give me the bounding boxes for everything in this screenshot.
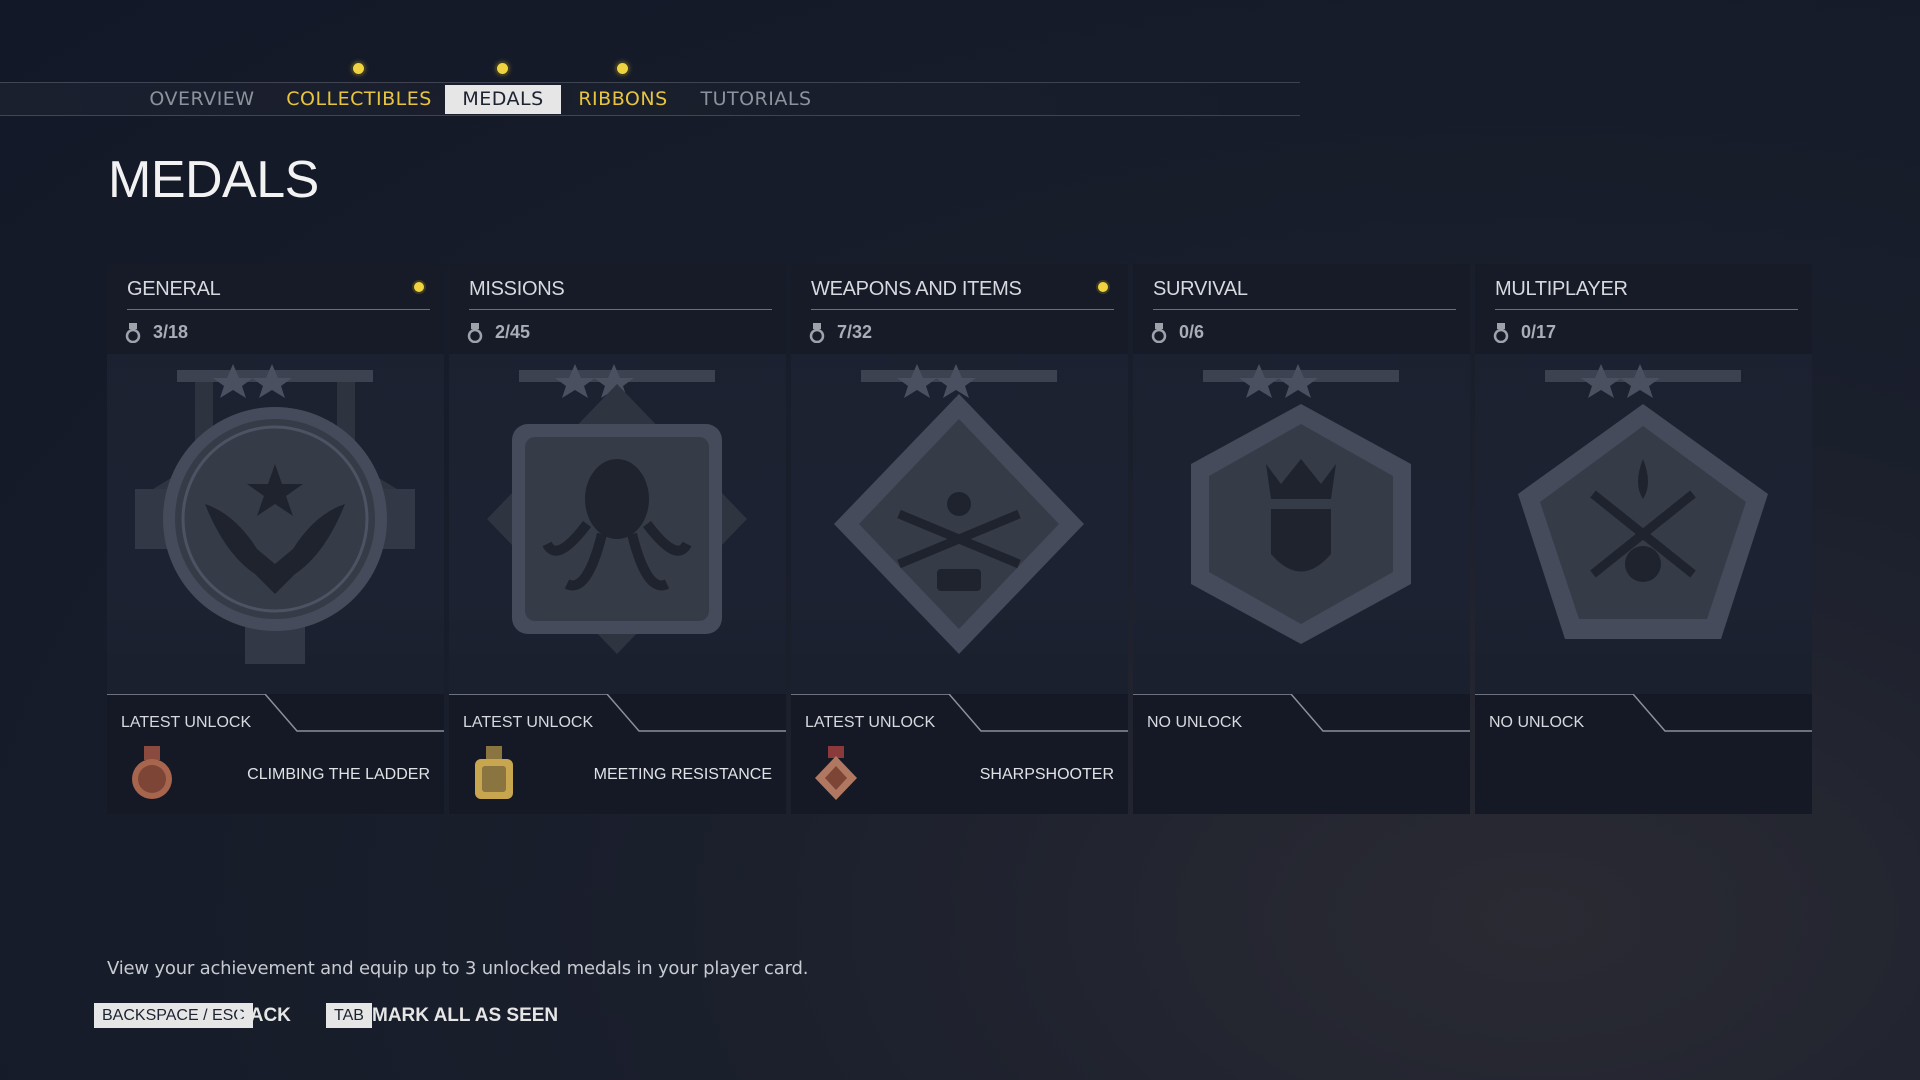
octopus-medal-icon (487, 364, 747, 654)
card-count: 7/32 (837, 322, 873, 342)
medal-category-card-survival[interactable]: SURVIVAL 0/6 NO UNLOCK (1133, 264, 1470, 814)
medal-count-icon (467, 323, 483, 343)
medal-count-icon (1151, 323, 1167, 343)
card-divider (469, 309, 772, 310)
card-count: 2/45 (495, 322, 531, 342)
crossed-rifles-medal-icon (834, 364, 1084, 654)
card-divider (1153, 309, 1456, 310)
card-count: 0/6 (1179, 322, 1205, 342)
skull-blades-medal-icon (1518, 364, 1768, 639)
tab-medals[interactable]: MEDALS (445, 85, 561, 114)
mark-all-as-seen-button[interactable]: MARK ALL AS SEEN (372, 1003, 558, 1028)
tab-key-hint[interactable]: TAB (326, 1003, 372, 1028)
card-divider (1495, 309, 1798, 310)
tab-tutorials[interactable]: TUTORIALS (694, 85, 818, 114)
new-indicator-dot (414, 282, 424, 292)
unlock-status-label: LATEST UNLOCK (463, 714, 594, 731)
unlock-status-label: LATEST UNLOCK (805, 714, 936, 731)
medal-category-card-multiplayer[interactable]: MULTIPLAYER 0/17 NO UNLOCK (1475, 264, 1812, 814)
tab-medals-new-dot (497, 63, 508, 74)
tab-collectibles[interactable]: COLLECTIBLES (284, 85, 434, 114)
card-count: 0/17 (1521, 322, 1557, 342)
back-key-hint[interactable]: BACKSPACE / ESC (94, 1003, 253, 1028)
tab-ribbons-new-dot (617, 63, 628, 74)
card-title: MISSIONS (469, 278, 565, 300)
card-title: WEAPONS AND ITEMS (811, 278, 1022, 300)
tab-ribbons[interactable]: RIBBONS (570, 85, 676, 114)
unlock-status-label: NO UNLOCK (1489, 714, 1585, 731)
latest-unlock-name: MEETING RESISTANCE (593, 766, 772, 783)
medal-count-icon (1493, 323, 1509, 343)
new-indicator-dot (1098, 282, 1108, 292)
medal-count-icon (809, 323, 825, 343)
medal-count-icon (125, 323, 141, 343)
bronze-diamond-medal-icon (815, 746, 857, 800)
card-title: MULTIPLAYER (1495, 278, 1628, 300)
page-title: MEDALS (108, 151, 319, 209)
footer-description: View your achievement and equip up to 3 … (107, 958, 809, 979)
latest-unlock-name: CLIMBING THE LADDER (247, 766, 430, 783)
unlock-status-label: LATEST UNLOCK (121, 714, 252, 731)
tab-collectibles-new-dot (353, 63, 364, 74)
crown-shield-medal-icon (1191, 364, 1411, 644)
card-title: GENERAL (127, 278, 221, 300)
medal-category-card-weapons-and-items[interactable]: WEAPONS AND ITEMS 7/32 LATEST UNLOCK SHA… (791, 264, 1128, 814)
card-title: SURVIVAL (1153, 278, 1248, 300)
unlock-status-label: NO UNLOCK (1147, 714, 1243, 731)
latest-unlock-name: SHARPSHOOTER (979, 766, 1114, 783)
card-count: 3/18 (153, 322, 189, 342)
card-divider (127, 309, 430, 310)
eagle-medal-icon (135, 364, 415, 664)
back-button[interactable]: BACK (236, 1003, 291, 1028)
card-divider (811, 309, 1114, 310)
medal-category-card-missions[interactable]: MISSIONS 2/45 LATEST UNLOCK MEETING RESI… (449, 264, 786, 814)
medal-category-card-general[interactable]: GENERAL 3/18 LATEST UNLOCK CLIMBING THE … (107, 264, 444, 814)
tab-overview[interactable]: OVERVIEW (134, 85, 270, 114)
gold-medal-icon (475, 746, 513, 799)
bronze-medal-icon (132, 746, 172, 799)
